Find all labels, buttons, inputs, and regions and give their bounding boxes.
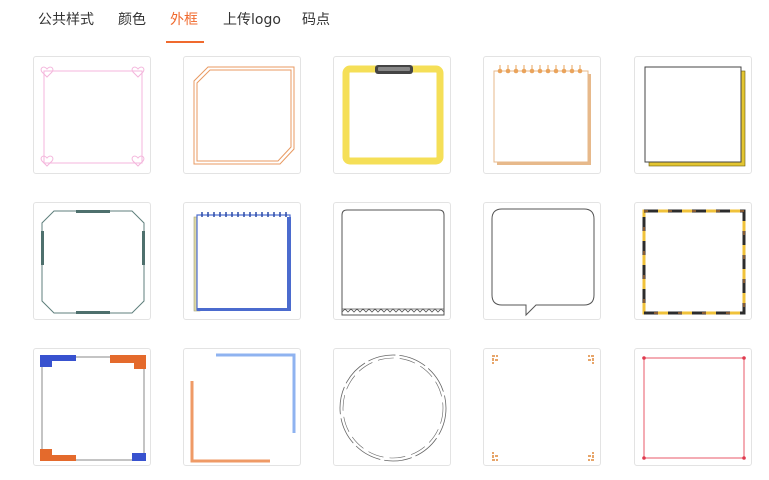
orange-clipped-corner-frame-icon	[193, 66, 295, 165]
frame-option[interactable]	[333, 56, 451, 174]
frame-option[interactable]	[634, 202, 752, 320]
frame-option[interactable]	[333, 202, 451, 320]
gray-zigzag-bottom-frame-icon	[341, 209, 445, 316]
speech-bubble-frame-icon	[491, 208, 595, 317]
blue-spiral-notebook-frame-icon	[193, 212, 291, 312]
frame-option[interactable]	[483, 202, 601, 320]
yellow-black-dashed-frame-icon	[642, 209, 746, 315]
frame-option[interactable]	[333, 348, 451, 466]
frame-option[interactable]	[183, 348, 301, 466]
blue-orange-corner-block-frame-icon	[40, 355, 146, 461]
orange-small-corner-frame-icon	[492, 355, 594, 461]
yellow-shadow-frame-icon	[644, 66, 746, 167]
spiral-notebook-frame-icon	[493, 65, 591, 165]
pink-heart-corner-frame-icon	[40, 66, 145, 167]
frame-option[interactable]	[634, 348, 752, 466]
frame-grid	[0, 0, 769, 480]
frame-option[interactable]	[634, 56, 752, 174]
frame-option[interactable]	[33, 56, 151, 174]
yellow-clipboard-frame-icon	[342, 65, 444, 165]
blue-orange-offset-corner-frame-icon	[190, 353, 296, 463]
dashed-circle-frame-icon	[339, 354, 447, 462]
frame-option[interactable]	[33, 348, 151, 466]
frame-option[interactable]	[183, 56, 301, 174]
red-thin-dot-corner-frame-icon	[642, 356, 746, 460]
teal-octagon-bracket-frame-icon	[41, 210, 145, 314]
frame-option[interactable]	[483, 56, 601, 174]
frame-option[interactable]	[183, 202, 301, 320]
frame-option[interactable]	[483, 348, 601, 466]
frame-option[interactable]	[33, 202, 151, 320]
